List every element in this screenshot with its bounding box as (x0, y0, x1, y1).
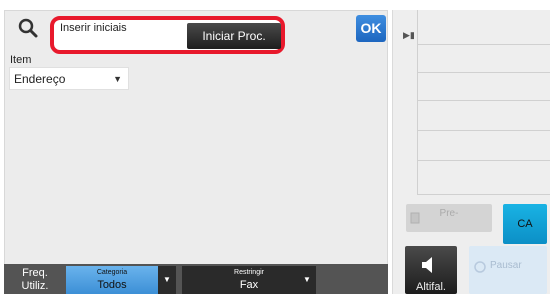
restrict-value: Fax (239, 279, 259, 291)
restrict-button[interactable]: Restringir Fax (182, 266, 316, 294)
bottom-toolbar: Freq. Utiliz. Categoria Todos ▼ Restring… (4, 264, 388, 294)
frequent-use-button[interactable]: Freq. Utiliz. (8, 264, 62, 294)
category-button[interactable]: Categoria Todos (66, 266, 158, 294)
clock-icon (474, 261, 486, 273)
category-selector[interactable]: Categoria Todos ▼ (66, 266, 178, 294)
address-search-screen: Inserir iniciais Iniciar Proc. OK Item E… (0, 0, 550, 294)
play-icon[interactable]: ▶▮ (403, 30, 415, 41)
restrict-label: Restringir (234, 269, 264, 276)
pre-button[interactable]: Pre- (406, 204, 492, 232)
divider (417, 72, 550, 73)
ok-button[interactable]: OK (356, 15, 386, 42)
pre-button-label: Pre- (439, 208, 459, 219)
disabled-button[interactable]: Pausar (469, 246, 547, 294)
item-select[interactable]: Endereço ▼ (9, 67, 129, 90)
chevron-down-icon: ▼ (113, 74, 122, 84)
restrict-selector[interactable]: Restringir Fax ▼ (182, 266, 316, 294)
speaker-icon (422, 257, 432, 273)
search-panel: Inserir iniciais Iniciar Proc. OK Item E… (4, 10, 388, 294)
divider (417, 160, 550, 161)
search-input[interactable]: Inserir iniciais (60, 22, 175, 50)
item-label: Item (10, 54, 32, 66)
right-panel: ▶▮ Pre- CA Altifal. Pausar (392, 10, 550, 294)
divider (417, 100, 550, 101)
divider (417, 10, 418, 195)
search-highlight-box: Inserir iniciais Iniciar Proc. (50, 16, 285, 54)
start-search-button[interactable]: Iniciar Proc. (187, 23, 281, 49)
speaker-label: Altifal. (416, 281, 446, 293)
item-select-value: Endereço (14, 72, 66, 86)
chevron-down-icon[interactable]: ▼ (158, 266, 176, 294)
category-label: Categoria (96, 269, 128, 276)
divider (417, 130, 550, 131)
divider (417, 44, 550, 45)
divider (417, 194, 550, 195)
category-value: Todos (97, 279, 127, 291)
ca-button[interactable]: CA (503, 204, 547, 244)
search-icon[interactable] (17, 17, 39, 39)
chevron-down-icon[interactable]: ▼ (298, 266, 316, 294)
document-icon (410, 212, 420, 224)
speaker-button[interactable]: Altifal. (405, 246, 457, 294)
disabled-button-label: Pausar (490, 260, 522, 271)
